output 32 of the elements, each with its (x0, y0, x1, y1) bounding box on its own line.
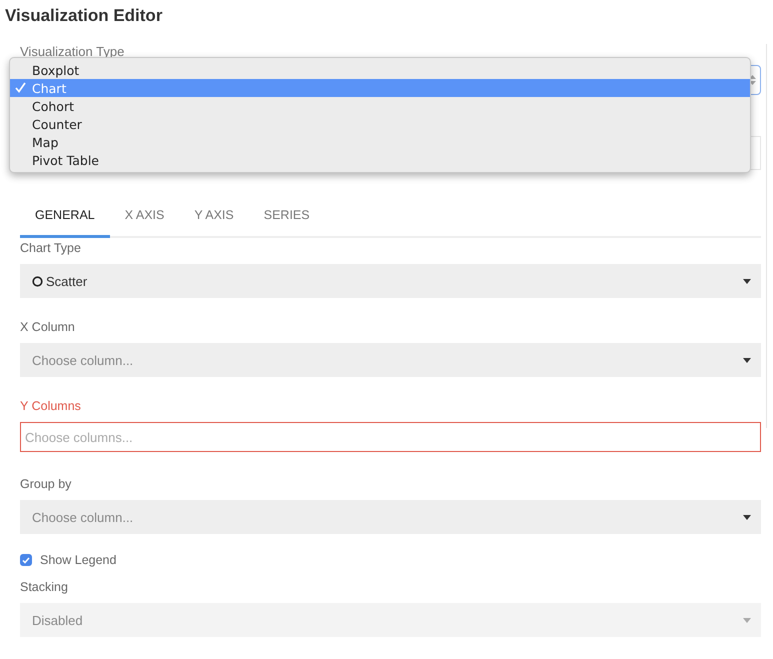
editor-title: Visualization Editor (5, 6, 162, 26)
tab[interactable]: X AXIS (110, 200, 180, 238)
checkmark-icon (15, 82, 26, 93)
input-field[interactable]: Choose columns... (20, 422, 761, 452)
menu-option[interactable]: Cohort (10, 97, 750, 115)
tab[interactable]: SERIES (248, 200, 325, 238)
caret-icon (743, 618, 751, 622)
select-field[interactable]: Scatter (20, 264, 761, 298)
option-label: Pivot Table (32, 152, 99, 168)
field-label: Stacking (20, 580, 68, 594)
caret-icon (743, 358, 751, 362)
option-label: Chart (32, 80, 66, 96)
option-label: Cohort (32, 98, 74, 114)
circle-icon (32, 276, 43, 286)
menu-option[interactable]: Boxplot (10, 61, 750, 79)
caret-icon (743, 278, 751, 284)
menu-option[interactable]: Map (10, 133, 750, 151)
field-label: Chart Type (20, 241, 81, 255)
field-label: Group by (20, 477, 72, 491)
caret-icon (743, 514, 751, 520)
option-label: Boxplot (32, 62, 80, 78)
tab[interactable]: GENERAL (20, 200, 110, 238)
field-label: X Column (20, 320, 75, 334)
stepper-icon (749, 74, 756, 86)
field-label: Y Columns (20, 399, 81, 413)
checkbox-label: Show Legend (40, 553, 116, 567)
menu-option[interactable]: Pivot Table (10, 151, 750, 169)
checkbox[interactable] (20, 554, 32, 566)
option-label: Map (32, 134, 58, 150)
menu-option[interactable]: Counter (10, 115, 750, 133)
tab[interactable]: Y AXIS (179, 200, 249, 238)
option-label: Counter (32, 116, 82, 132)
